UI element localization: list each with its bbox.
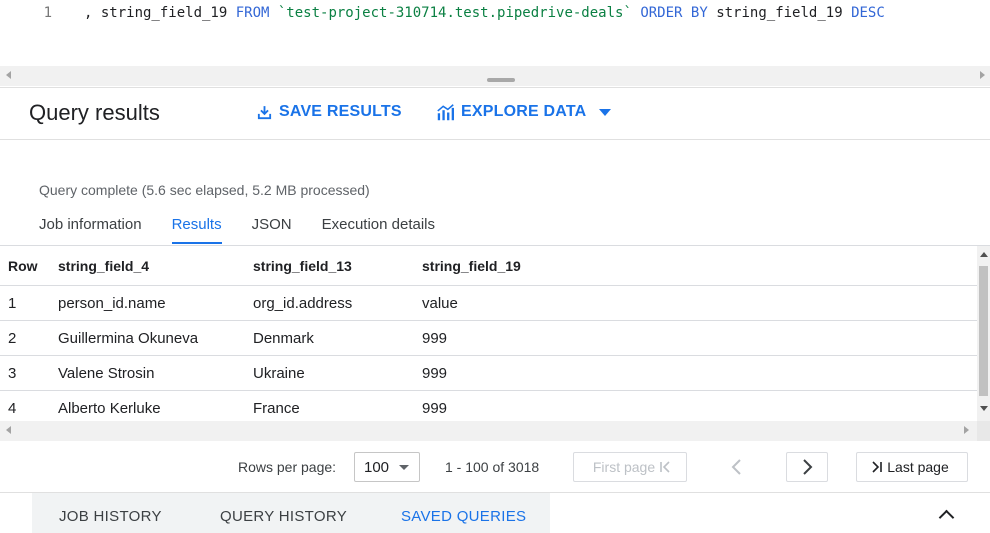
scroll-left-icon[interactable] [6,71,11,79]
code-line[interactable]: 1 , string_field_19 FROM `test-project-3… [0,5,885,21]
row-number: 2 [8,329,17,347]
column-header[interactable]: Row [8,258,38,274]
tab-execution-details[interactable]: Execution details [322,216,435,244]
prev-page-button[interactable] [716,452,758,482]
scrollbar-corner [977,421,990,441]
query-status: Query complete (5.6 sec elapsed, 5.2 MB … [39,182,370,198]
table-cell: person_id.name [58,294,166,312]
tab-job-history[interactable]: JOB HISTORY [59,508,162,525]
code-token: string_field_19 [707,5,852,21]
scroll-left-icon[interactable] [6,426,11,434]
table-cell: France [253,400,300,417]
table-row[interactable]: 2 Guillermina Okuneva Denmark 999 [0,321,977,356]
scroll-up-icon[interactable] [980,252,988,257]
table-header-row: Row string_field_4 string_field_13 strin… [0,246,977,286]
save-icon [257,105,272,119]
tab-job-information[interactable]: Job information [39,216,142,244]
next-page-button[interactable] [786,452,828,482]
explore-chart-icon [437,103,454,120]
table-row[interactable]: 1 person_id.name org_id.address value [0,286,977,321]
bottom-panel-bar: JOB HISTORY QUERY HISTORY SAVED QUERIES [0,492,990,533]
line-number: 1 [43,5,52,21]
scroll-right-icon[interactable] [964,426,969,434]
pagination: Rows per page: 100 1 - 100 of 3018 First… [0,445,990,489]
first-page-icon [660,461,670,473]
results-title: Query results [29,100,160,125]
tab-saved-queries[interactable]: SAVED QUERIES [401,508,526,525]
rows-per-page-label: Rows per page: [238,459,337,475]
scroll-down-icon[interactable] [980,406,988,411]
scrollbar-thumb[interactable] [979,266,988,396]
chevron-down-icon [399,465,409,470]
first-page-label: First page [592,459,656,475]
sql-editor[interactable]: 1 , string_field_19 FROM `test-project-3… [0,0,990,66]
code-keyword: FROM [235,5,270,21]
table-cell: Ukraine [253,364,305,382]
scroll-right-icon[interactable] [980,71,985,79]
last-page-label: Last page [887,459,949,475]
code-token: , string_field_19 [84,5,236,21]
row-number: 4 [8,400,17,417]
chevron-up-icon[interactable] [938,509,955,526]
results-tabs: Job information Results JSON Execution d… [39,216,465,244]
explore-data-button[interactable]: EXPLORE DATA [436,103,612,121]
table-cell: Alberto Kerluke [58,400,161,417]
table-cell: Guillermina Okuneva [58,329,199,347]
column-header[interactable]: string_field_19 [422,258,521,274]
panel-resize-handle[interactable] [487,78,515,82]
next-page-icon [803,459,813,475]
rows-per-page-select[interactable]: 100 [354,452,420,482]
explore-data-label: EXPLORE DATA [461,103,587,120]
code-keyword: DESC [851,5,885,21]
table-cell: 999 [422,329,448,347]
prev-page-icon [731,459,741,475]
editor-horizontal-scrollbar[interactable] [0,66,990,86]
table-cell: Denmark [253,329,314,347]
page-range: 1 - 100 of 3018 [445,459,540,475]
table-vertical-scrollbar[interactable] [977,246,990,421]
row-number: 3 [8,364,17,382]
dropdown-caret-icon[interactable] [599,108,612,116]
table-cell: Valene Strosin [58,364,155,382]
last-page-icon [872,461,883,473]
table-cell: value [422,294,458,312]
table-cell: 999 [422,400,448,417]
table-cell: 999 [422,364,448,382]
save-results-label: SAVE RESULTS [279,103,402,120]
column-header[interactable]: string_field_4 [58,258,149,274]
table-row[interactable]: 3 Valene Strosin Ukraine 999 [0,356,977,391]
table-horizontal-scrollbar[interactable] [0,421,977,441]
tab-results[interactable]: Results [171,216,222,244]
column-header[interactable]: string_field_13 [253,258,352,274]
divider [0,139,990,140]
tab-json[interactable]: JSON [252,216,292,244]
table-cell: org_id.address [253,294,353,312]
code-keyword: ORDER BY [640,5,708,21]
last-page-button[interactable]: Last page [856,452,968,482]
divider [0,87,990,88]
results-table: Row string_field_4 string_field_13 strin… [0,245,990,440]
tab-query-history[interactable]: QUERY HISTORY [220,508,347,525]
first-page-button[interactable]: First page [573,452,687,482]
rows-per-page-value: 100 [364,458,390,476]
save-results-button[interactable]: SAVE RESULTS [256,103,402,121]
code-table-ref: `test-project-310714.test.pipedrive-deal… [277,5,632,21]
row-number: 1 [8,294,17,312]
